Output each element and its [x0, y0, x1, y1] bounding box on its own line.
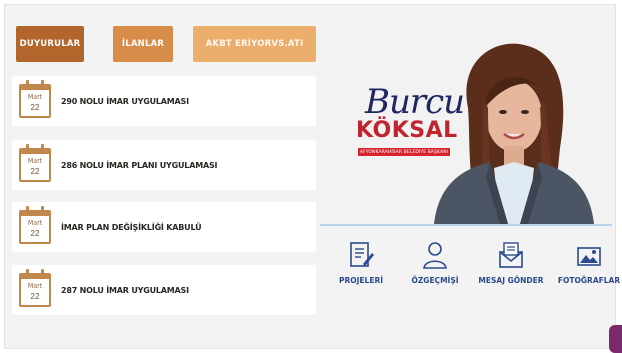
calendar-icon: Mart 22	[19, 206, 51, 244]
date-month: Mart	[27, 282, 43, 290]
calendar-icon: Mart 22	[19, 144, 51, 182]
announcement-title[interactable]: 287 NOLU İMAR UYGULAMASI	[61, 286, 189, 295]
date-day: 22	[30, 167, 40, 176]
date-month: Mart	[27, 93, 43, 101]
tab-duyurular[interactable]: DUYURULAR	[16, 26, 84, 62]
photos-link[interactable]: FOTOĞRAFLAR	[554, 240, 622, 285]
mayor-portrait	[434, 43, 594, 224]
document-edit-icon	[350, 242, 374, 267]
announcement-item[interactable]: Mart 22 286 NOLU İMAR PLANI UYGULAMASI	[12, 140, 316, 190]
calendar-icon: Mart 22	[19, 269, 51, 307]
date-day: 22	[30, 229, 40, 238]
announcement-title[interactable]: 290 NOLU İMAR UYGULAMASI	[61, 97, 189, 106]
tab-third[interactable]: AKBT ERİYORVS.ATI	[193, 26, 316, 62]
projects-label: PROJELERİ	[338, 276, 384, 285]
send-message-link[interactable]: MESAJ GÖNDER	[476, 240, 546, 285]
announcement-item[interactable]: Mart 22 287 NOLU İMAR UYGULAMASI	[12, 265, 316, 315]
announcement-title[interactable]: 286 NOLU İMAR PLANI UYGULAMASI	[61, 161, 217, 170]
biography-link[interactable]: ÖZGEÇMİŞİ	[400, 240, 470, 285]
date-day: 22	[30, 103, 40, 112]
image-icon	[577, 247, 601, 266]
projects-link[interactable]: PROJELERİ	[326, 240, 396, 285]
person-icon	[423, 242, 447, 269]
tab-ilanlar[interactable]: İLANLAR	[113, 26, 173, 62]
biography-label: ÖZGEÇMİŞİ	[411, 276, 459, 285]
send-message-label: MESAJ GÖNDER	[478, 276, 544, 285]
date-day: 22	[30, 292, 40, 301]
date-month: Mart	[27, 219, 43, 227]
announcement-item[interactable]: Mart 22 290 NOLU İMAR UYGULAMASI	[12, 76, 316, 126]
announcement-title[interactable]: İMAR PLAN DEĞİŞİKLİĞİ KABULÜ	[61, 223, 202, 232]
photos-label: FOTOĞRAFLAR	[557, 276, 621, 285]
date-month: Mart	[27, 157, 43, 165]
corner-widget-button[interactable]	[609, 325, 622, 353]
announcement-item[interactable]: Mart 22 İMAR PLAN DEĞİŞİKLİĞİ KABULÜ	[12, 202, 316, 252]
calendar-icon: Mart 22	[19, 80, 51, 118]
divider	[320, 224, 612, 226]
envelope-icon	[499, 242, 523, 268]
